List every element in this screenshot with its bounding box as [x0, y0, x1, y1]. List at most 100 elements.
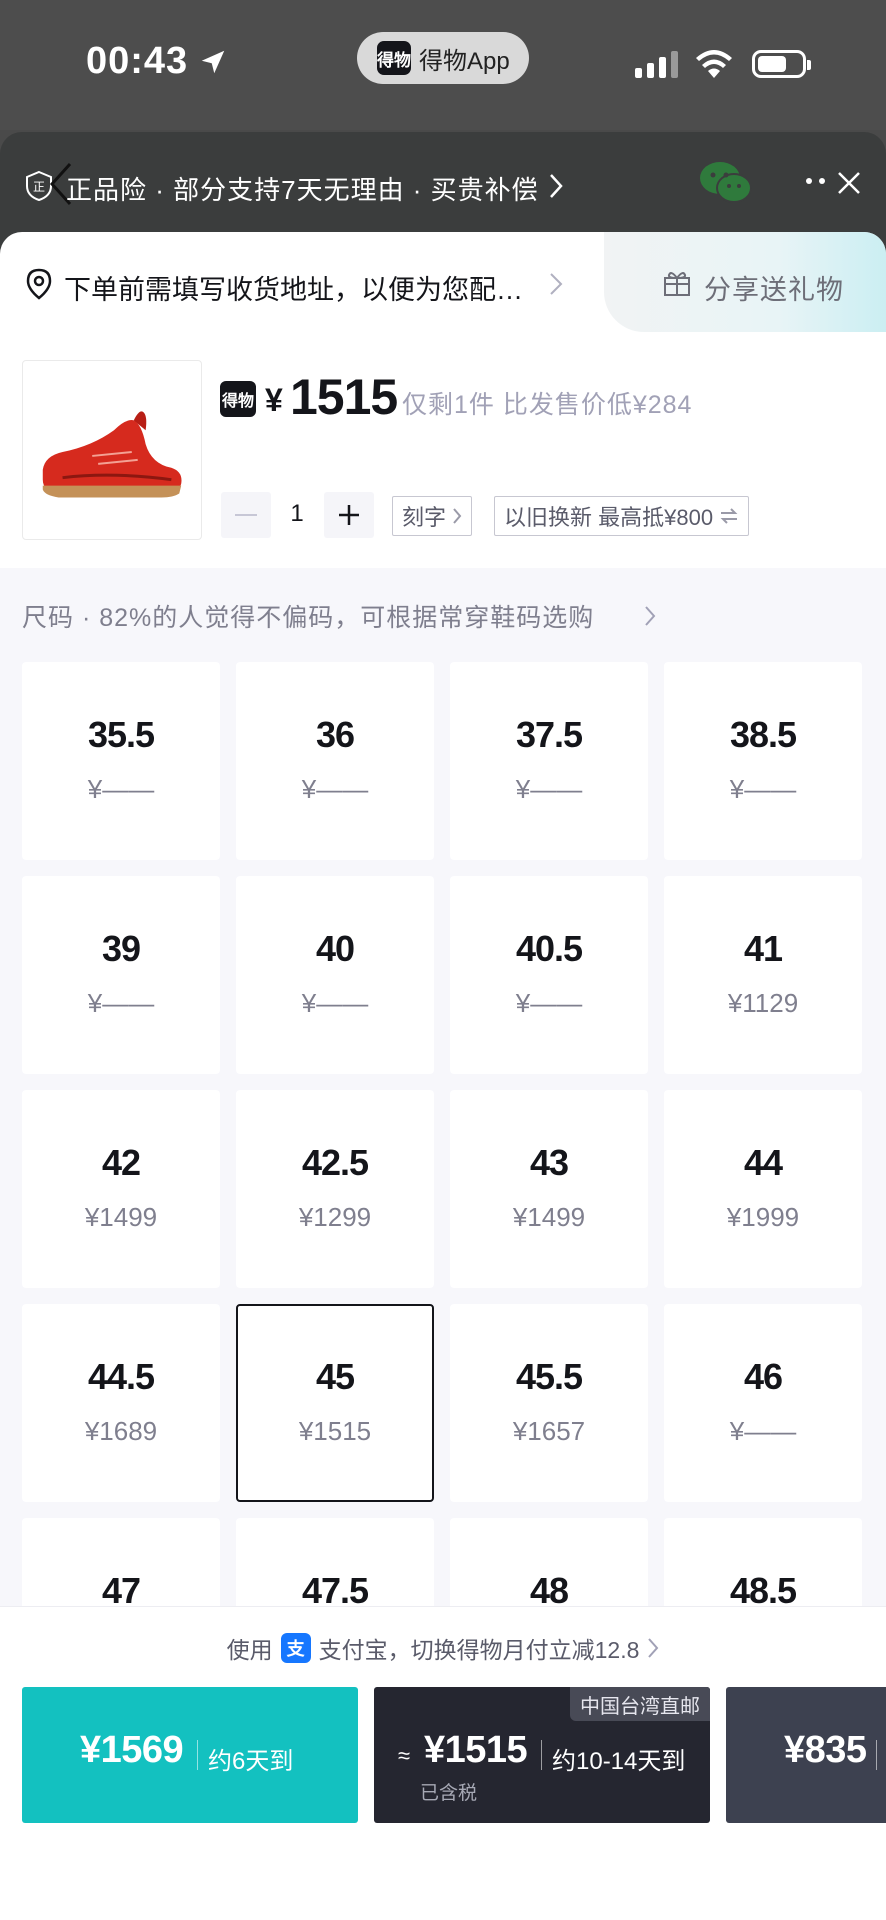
dewu-logo-icon: 得物 — [220, 381, 256, 417]
chevron-right-icon — [645, 606, 656, 626]
price-currency: ¥ — [265, 382, 283, 418]
size-number: 38.5 — [729, 714, 797, 755]
size-option[interactable]: 45 ¥1515 — [236, 1304, 434, 1502]
wechat-icon[interactable] — [698, 158, 754, 206]
size-number: 45 — [315, 1356, 355, 1397]
size-grid: 35.5 ¥—— 36 ¥—— 37.5 ¥—— 38.5 ¥—— 39 ¥—— 40 ¥—— 40.5… — [22, 662, 862, 1716]
bottom-bar: 使用 支 支付宝，切换得物月付立减12.8 ¥1569 约6天到 中国台湾直邮 … — [0, 1606, 886, 1920]
size-option[interactable]: 38.5 ¥—— — [664, 662, 862, 860]
size-price: ¥—— — [301, 774, 369, 804]
size-option[interactable]: 39 ¥—— — [22, 876, 220, 1074]
chevron-right-icon — [453, 508, 462, 524]
size-number: 42 — [101, 1142, 141, 1183]
svg-text:正: 正 — [33, 180, 45, 194]
separator — [876, 1740, 877, 1770]
address-text: 下单前需填写收货地址，以便为您配… — [64, 275, 523, 305]
location-pin-icon — [26, 268, 52, 300]
engrave-button[interactable]: 刻字 — [392, 496, 473, 536]
size-number: 46 — [743, 1356, 783, 1397]
size-price: ¥—— — [515, 988, 583, 1018]
status-bar: 00:43 得物 得物App — [0, 0, 886, 130]
origin-tag: 中国台湾直邮 — [570, 1687, 710, 1721]
size-price: ¥1499 — [512, 1202, 586, 1232]
size-number: 40 — [315, 928, 355, 969]
guarantee-text[interactable]: 正品险 · 部分支持7天无理由 · 买贵补偿 — [66, 170, 539, 207]
gift-icon — [664, 272, 690, 296]
share-gift-label[interactable]: 分享送礼物 — [704, 268, 844, 307]
size-price: ¥—— — [515, 774, 583, 804]
size-option[interactable]: 42.5 ¥1299 — [236, 1090, 434, 1288]
quantity-plus-button[interactable] — [324, 492, 374, 538]
app-switch-pill[interactable]: 得物 得物App — [357, 32, 529, 84]
more-icon[interactable] — [806, 178, 825, 184]
size-price: ¥1499 — [84, 1202, 158, 1232]
size-option[interactable]: 42 ¥1499 — [22, 1090, 220, 1288]
size-hint[interactable]: 尺码 · 82%的人觉得不偏码，可根据常穿鞋码选购 — [22, 598, 594, 634]
location-arrow-icon — [201, 50, 225, 73]
size-price: ¥1999 — [726, 1202, 800, 1232]
chevron-right-icon — [550, 273, 563, 295]
size-option[interactable]: 44 ¥1999 — [664, 1090, 862, 1288]
payment-promo[interactable]: 使用 支 支付宝，切换得物月付立减12.8 — [0, 1631, 886, 1665]
buy-option-other[interactable]: ¥835 — [726, 1687, 886, 1823]
buy-eta: 约10-14天到 — [552, 1748, 686, 1775]
product-image[interactable] — [22, 360, 202, 540]
clock-text: 00:43 — [86, 40, 189, 82]
buy-option-direct-mail[interactable]: 中国台湾直邮 ≈ ¥1515 约10-14天到 已含税 — [374, 1687, 710, 1823]
size-price: ¥1689 — [84, 1416, 158, 1446]
size-option[interactable]: 45.5 ¥1657 — [450, 1304, 648, 1502]
size-option[interactable]: 46 ¥—— — [664, 1304, 862, 1502]
alipay-icon: 支 — [280, 1633, 311, 1663]
promo-prefix: 使用 — [226, 1637, 273, 1663]
buy-price: ¥1515 — [424, 1729, 528, 1771]
approx-sign: ≈ — [398, 1743, 411, 1768]
battery-icon — [752, 50, 811, 78]
size-price: ¥1515 — [298, 1416, 372, 1446]
buy-price: ¥1569 — [80, 1729, 184, 1771]
separator — [197, 1740, 198, 1770]
size-option[interactable]: 43 ¥1499 — [450, 1090, 648, 1288]
size-price: ¥—— — [729, 774, 797, 804]
size-number: 36 — [315, 714, 355, 755]
chevron-right-icon — [648, 1638, 659, 1658]
size-price: ¥—— — [87, 774, 155, 804]
trade-in-label: 以旧换新 最高抵¥800 — [504, 505, 714, 530]
price-note: 仅剩1件 比发售价低¥284 — [402, 391, 693, 419]
size-price: ¥1129 — [727, 988, 799, 1018]
size-option[interactable]: 40.5 ¥—— — [450, 876, 648, 1074]
size-option[interactable]: 44.5 ¥1689 — [22, 1304, 220, 1502]
size-number: 35.5 — [87, 714, 155, 755]
quantity-value: 1 — [290, 500, 304, 527]
size-price: ¥—— — [87, 988, 155, 1018]
close-icon[interactable] — [836, 170, 862, 196]
size-number: 45.5 — [515, 1356, 583, 1397]
size-number: 41 — [743, 928, 783, 969]
swap-icon — [720, 508, 738, 524]
buy-option-fast[interactable]: ¥1569 约6天到 — [22, 1687, 358, 1823]
separator — [541, 1740, 542, 1770]
size-option[interactable]: 40 ¥—— — [236, 876, 434, 1074]
size-price: ¥—— — [729, 1416, 797, 1446]
size-option[interactable]: 41 ¥1129 — [664, 876, 862, 1074]
size-option[interactable]: 37.5 ¥—— — [450, 662, 648, 860]
size-number: 39 — [101, 928, 141, 969]
size-price: ¥1657 — [512, 1416, 586, 1446]
app-logo-icon: 得物 — [377, 41, 411, 75]
promo-text: 支付宝，切换得物月付立减12.8 — [318, 1637, 640, 1663]
size-number: 42.5 — [301, 1142, 369, 1183]
signal-icon — [635, 50, 678, 78]
app-name: 得物App — [419, 47, 510, 75]
size-number: 40.5 — [515, 928, 583, 969]
wifi-icon — [696, 50, 732, 78]
buy-eta: 约6天到 — [208, 1748, 294, 1775]
size-price: ¥—— — [301, 988, 369, 1018]
size-option[interactable]: 36 ¥—— — [236, 662, 434, 860]
size-number: 44.5 — [87, 1356, 155, 1397]
quantity-minus-button[interactable] — [221, 492, 271, 538]
size-number: 44 — [743, 1142, 783, 1183]
trade-in-button[interactable]: 以旧换新 最高抵¥800 — [494, 496, 750, 536]
size-option[interactable]: 35.5 ¥—— — [22, 662, 220, 860]
size-number: 43 — [529, 1142, 569, 1183]
product-price: 1515 — [290, 369, 398, 425]
size-number: 37.5 — [515, 714, 583, 755]
